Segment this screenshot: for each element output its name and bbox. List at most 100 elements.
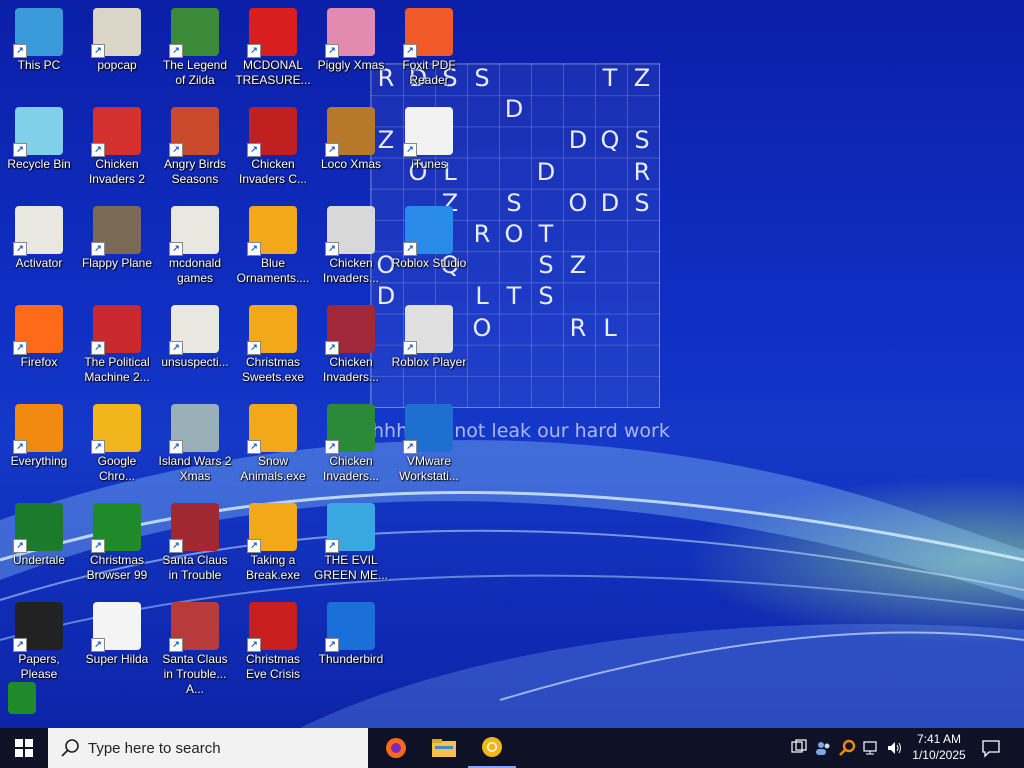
desktop-icon[interactable]: ↗ Santa Claus in Trouble... A... [156, 598, 234, 696]
desktop-icon[interactable]: ↗ unsuspecti... [156, 301, 234, 397]
desktop-icon[interactable]: ↗ Blue Ornaments.... [234, 202, 312, 298]
desktop-icon[interactable]: ↗ Christmas Browser 99 [78, 499, 156, 595]
island-wars-icon: ↗ [169, 404, 219, 454]
grid-letter: T [602, 64, 618, 92]
shortcut-arrow-icon: ↗ [169, 242, 183, 256]
magnifier-icon: ↗ [13, 404, 63, 454]
desktop-icon[interactable]: ↗ popcap [78, 4, 156, 100]
computer-icon: ↗ [13, 8, 63, 58]
start-button[interactable] [0, 728, 48, 768]
desktop-icon-label: mcdonald games [168, 256, 222, 285]
undertale-icon: ↗ [13, 503, 63, 553]
papers-please-icon: ↗ [13, 602, 63, 652]
desktop-icon-label: The Political Machine 2... [84, 355, 150, 384]
desktop-icon[interactable]: ↗ iTunes [390, 103, 468, 199]
clock-time: 7:41 AM [916, 732, 962, 746]
notification-center-icon[interactable] [980, 737, 1002, 759]
shortcut-arrow-icon: ↗ [13, 638, 27, 652]
desktop-icon[interactable]: ↗ Chicken Invaders 2 [78, 103, 156, 199]
desktop-icon[interactable]: ↗ Google Chro... [78, 400, 156, 496]
grid-letter: Z [569, 251, 587, 280]
roblox-studio-icon: ↗ [403, 206, 453, 256]
folder-icon: ↗ [13, 206, 63, 256]
desktop-icon[interactable]: ↗ Thunderbird [312, 598, 390, 694]
taskbar-search-box[interactable]: Type here to search [48, 728, 368, 768]
desktop-icon[interactable]: ↗ Chicken Invaders C... [234, 103, 312, 199]
task-view-icon[interactable] [790, 739, 808, 757]
desktop-icon[interactable]: ↗ Undertale [0, 499, 78, 595]
puzzle-icon: ↗ [247, 305, 297, 355]
folder-icon: ↗ [169, 305, 219, 355]
desktop-icon[interactable]: ↗ Snow Animals.exe [234, 400, 312, 496]
shortcut-arrow-icon: ↗ [169, 143, 183, 157]
shortcut-arrow-icon: ↗ [247, 143, 261, 157]
desktop-icon[interactable]: ↗ Roblox Player [390, 301, 468, 397]
desktop-icon-label: Santa Claus in Trouble [162, 553, 228, 582]
desktop-icon[interactable]: ↗ Recycle Bin [0, 103, 78, 199]
mcdonalds-icon: ↗ [247, 8, 297, 58]
desktop-icon-label: Chicken Invaders 2 [88, 157, 146, 186]
desktop-icon-label: Chicken Invaders... [322, 355, 380, 384]
shortcut-arrow-icon: ↗ [13, 440, 27, 454]
desktop-icon-label: Blue Ornaments.... [236, 256, 310, 285]
grid-letter: S [634, 126, 650, 155]
desktop-icon-label: Chicken Invaders... [322, 256, 380, 285]
shortcut-arrow-icon: ↗ [247, 440, 261, 454]
desktop-icon[interactable]: ↗ THE EVIL GREEN ME... [312, 499, 390, 595]
everything-tray-icon[interactable] [838, 739, 856, 757]
desktop-icon[interactable]: ↗ Firefox [0, 301, 78, 397]
windows-logo-icon [15, 739, 33, 757]
shortcut-arrow-icon: ↗ [403, 242, 417, 256]
taskbar-clock[interactable]: 7:41 AM 1/10/2025 [904, 731, 974, 763]
desktop-icon[interactable]: ↗ Angry Birds Seasons [156, 103, 234, 199]
desktop-icon[interactable]: ↗ The Political Machine 2... [78, 301, 156, 397]
desktop-icon[interactable] [0, 678, 44, 718]
desktop-icon[interactable]: ↗ Christmas Eve Crisis [234, 598, 312, 694]
grid-letter: S [634, 188, 650, 217]
desktop-icon[interactable]: ↗ This PC [0, 4, 78, 100]
desktop-icon[interactable]: ↗ Piggly Xmas [312, 4, 390, 100]
desktop-icon[interactable]: ↗ Loco Xmas [312, 103, 390, 199]
desktop-icon[interactable]: ↗ Chicken Invaders... [312, 301, 390, 397]
desktop-icon[interactable]: ↗ Activator [0, 202, 78, 298]
desktop-icon[interactable]: ↗ Taking a Break.exe [234, 499, 312, 595]
taskbar-chrome[interactable] [468, 728, 516, 768]
folder-icon: ↗ [91, 8, 141, 58]
taskbar-file-explorer[interactable] [420, 728, 468, 768]
desktop-icon[interactable]: ↗ Santa Claus in Trouble [156, 499, 234, 595]
shortcut-arrow-icon: ↗ [169, 440, 183, 454]
chicken-invaders-icon: ↗ [325, 206, 375, 256]
shortcut-arrow-icon: ↗ [91, 44, 105, 58]
desktop-icon[interactable]: ↗ Chicken Invaders... [312, 202, 390, 298]
roblox-player-icon: ↗ [403, 305, 453, 355]
people-icon[interactable] [814, 739, 832, 757]
desktop-icon-label: Roblox Player [391, 355, 467, 369]
desktop-icon[interactable]: ↗ Island Wars 2 Xmas [156, 400, 234, 496]
volume-icon[interactable] [886, 739, 904, 757]
desktop-icon[interactable]: ↗ mcdonald games [156, 202, 234, 298]
desktop-icon-label: Snow Animals.exe [240, 454, 306, 483]
taskbar-firefox[interactable] [372, 728, 420, 768]
desktop-icon[interactable]: ↗ Foxit PDF Reader [390, 4, 468, 100]
desktop-icon[interactable]: ↗ MCDONAL TREASURE... [234, 4, 312, 100]
grid-letter: R [473, 220, 491, 248]
desktop-icon[interactable]: ↗ Flappy Plane [78, 202, 156, 298]
desktop-icon[interactable]: ↗ The Legend of Zilda [156, 4, 234, 100]
shortcut-arrow-icon: ↗ [13, 539, 27, 553]
desktop-icon[interactable]: ↗ Chicken Invaders... [312, 400, 390, 496]
desktop-icon-label: iTunes [411, 157, 447, 171]
network-icon[interactable] [862, 739, 880, 757]
shortcut-arrow-icon: ↗ [169, 539, 183, 553]
grid-letter: L [475, 282, 489, 311]
desktop-icon[interactable]: ↗ Christmas Sweets.exe [234, 301, 312, 397]
christmas-tree-icon: ↗ [91, 503, 141, 553]
desktop-icon[interactable]: ↗ Everything [0, 400, 78, 496]
desktop-icon[interactable]: ↗ Roblox Studio [390, 202, 468, 298]
desktop-icon[interactable]: ↗ Super Hilda [78, 598, 156, 694]
shortcut-arrow-icon: ↗ [247, 44, 261, 58]
desktop-icon-label: MCDONAL TREASURE... [235, 58, 311, 87]
shortcut-arrow-icon: ↗ [169, 44, 183, 58]
puzzle-icon: ↗ [247, 503, 297, 553]
shortcut-arrow-icon: ↗ [325, 341, 339, 355]
desktop-icon[interactable]: ↗ VMware Workstati... [390, 400, 468, 496]
